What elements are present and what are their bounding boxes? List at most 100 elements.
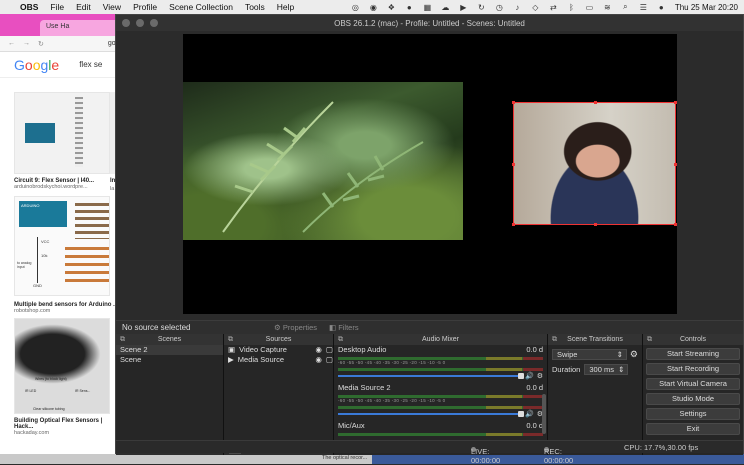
dock-float-icon[interactable]: ⧉ — [338, 334, 343, 345]
scene-item[interactable]: Scene — [116, 355, 223, 365]
arrow-icon[interactable]: ⇄ — [549, 3, 558, 12]
transition-select[interactable]: Swipe ⇕ — [552, 349, 627, 360]
menu-edit[interactable]: Edit — [76, 2, 91, 12]
dock-float-icon[interactable]: ⧉ — [647, 334, 652, 345]
minimize-window-button[interactable] — [136, 19, 144, 27]
battery-icon[interactable]: ▭ — [585, 3, 594, 12]
slider-handle[interactable] — [518, 410, 524, 417]
google-query[interactable]: flex se — [79, 60, 102, 69]
live-time: LIVE: 00:00:00 — [471, 447, 501, 465]
channel-db: 0.0 d — [526, 345, 543, 354]
mixer-scrollbar[interactable] — [542, 394, 546, 434]
circle-icon[interactable]: ◉ — [369, 3, 378, 12]
result-source: robotshop.com — [14, 308, 51, 314]
start-virtual-camera-button[interactable]: Start Virtual Camera — [646, 378, 740, 390]
play-icon[interactable]: ▶ — [459, 3, 468, 12]
filter-icon: ◧ — [329, 323, 337, 332]
close-window-button[interactable] — [122, 19, 130, 27]
filters-button[interactable]: ◧ Filters — [329, 323, 359, 332]
refresh-icon[interactable]: ↻ — [477, 3, 486, 12]
resize-handle[interactable] — [594, 223, 597, 226]
dock-float-icon[interactable]: ⧉ — [552, 334, 557, 345]
eye-icon[interactable]: ◉ — [315, 355, 322, 365]
resize-handle[interactable] — [512, 163, 515, 166]
window-titlebar[interactable]: OBS 26.1.2 (mac) - Profile: Untitled - S… — [116, 15, 743, 31]
start-streaming-button[interactable]: Start Streaming — [646, 348, 740, 360]
search-result[interactable]: Multiple bend sensors for Arduino ... ro… — [14, 302, 119, 314]
source-item[interactable]: ▣ Video Capture ◉ ▢ — [224, 345, 333, 355]
search-result[interactable]: Circuit 9: Flex Sensor | I40... arduinob… — [14, 178, 119, 190]
media-source-video[interactable] — [183, 82, 463, 240]
reload-icon[interactable]: ↻ — [38, 40, 44, 48]
grid-icon[interactable]: ▦ — [423, 3, 432, 12]
resize-handle[interactable] — [674, 223, 677, 226]
slider-handle[interactable] — [518, 372, 524, 379]
search-result[interactable]: Building Optical Flex Sensors | Hack... … — [14, 418, 119, 436]
lock-icon[interactable]: ▢ — [326, 355, 333, 365]
resize-handle[interactable] — [512, 101, 515, 104]
menu-app-name[interactable]: OBS — [20, 2, 38, 12]
exit-button[interactable]: Exit — [646, 423, 740, 435]
app-icon[interactable]: ● — [405, 3, 414, 12]
obs-window: OBS 26.1.2 (mac) - Profile: Untitled - S… — [115, 14, 744, 465]
volume-meter — [338, 406, 543, 409]
cloud-icon[interactable]: ☁ — [441, 3, 450, 12]
properties-button[interactable]: ⚙ Properties — [274, 323, 317, 332]
speaker-icon[interactable]: 🔊 — [525, 372, 534, 380]
resize-handle[interactable] — [674, 101, 677, 104]
forward-arrow-icon[interactable]: → — [23, 40, 30, 47]
dock-float-icon[interactable]: ⧉ — [120, 334, 125, 345]
speaker-icon[interactable]: 🔊 — [525, 410, 534, 418]
duration-input[interactable]: 300 ms ⇕ — [584, 364, 629, 375]
menu-tools[interactable]: Tools — [245, 2, 265, 12]
volume-slider[interactable] — [338, 410, 524, 417]
studio-mode-button[interactable]: Studio Mode — [646, 393, 740, 405]
sources-list: ▣ Video Capture ◉ ▢ ▶ Media Source ◉ ▢ — [224, 345, 333, 365]
filters-label: Filters — [338, 323, 359, 332]
mixer-channel: Mic/Aux 0.0 d — [334, 421, 547, 439]
menu-help[interactable]: Help — [277, 2, 294, 12]
code-icon[interactable]: ◇ — [531, 3, 540, 12]
scene-item[interactable]: Scene 2 — [116, 345, 223, 355]
settings-button[interactable]: Settings — [646, 408, 740, 420]
user-icon[interactable]: ● — [657, 3, 666, 12]
back-arrow-icon[interactable]: ← — [8, 40, 15, 47]
menu-profile[interactable]: Profile — [133, 2, 157, 12]
dock-float-icon[interactable]: ⧉ — [228, 334, 233, 345]
gear-icon[interactable]: ⚙ — [537, 372, 543, 380]
bluetooth-icon[interactable]: ᛒ — [567, 3, 576, 12]
preview-canvas[interactable] — [183, 34, 677, 314]
result-thumbnail[interactable]: Wires (to block light) IR LED IR Sens...… — [14, 318, 110, 414]
browser-address-bar: ← → ↻ goo — [0, 36, 130, 52]
dropbox-icon[interactable]: ❖ — [387, 3, 396, 12]
start-recording-button[interactable]: Start Recording — [646, 363, 740, 375]
clock-icon[interactable]: ◷ — [495, 3, 504, 12]
menu-view[interactable]: View — [103, 2, 121, 12]
zoom-window-button[interactable] — [150, 19, 158, 27]
lock-icon[interactable]: ▢ — [326, 345, 333, 355]
menu-file[interactable]: File — [50, 2, 64, 12]
gear-icon[interactable]: ⚙ — [630, 349, 638, 360]
menu-scene-collection[interactable]: Scene Collection — [169, 2, 233, 12]
volume-icon[interactable]: ♪ — [513, 3, 522, 12]
obs-icon[interactable]: ◎ — [351, 3, 360, 12]
channel-name: Mic/Aux — [338, 421, 365, 430]
result-title[interactable]: Building Optical Flex Sensors | Hack... — [14, 418, 119, 430]
stepper-icon[interactable]: ⇕ — [618, 365, 624, 374]
browser-tab[interactable]: Use Ha — [40, 20, 120, 36]
control-center-icon[interactable]: ☰ — [639, 3, 648, 12]
resize-handle[interactable] — [594, 101, 597, 104]
menubar-clock[interactable]: Thu 25 Mar 20:20 — [675, 3, 738, 12]
search-icon[interactable]: ⌕ — [621, 2, 630, 12]
wifi-icon[interactable]: ≋ — [603, 3, 612, 12]
volume-slider[interactable] — [338, 372, 524, 379]
eye-icon[interactable]: ◉ — [315, 345, 322, 355]
resize-handle[interactable] — [512, 223, 515, 226]
video-capture-source[interactable] — [512, 101, 677, 226]
source-item[interactable]: ▶ Media Source ◉ ▢ — [224, 355, 333, 365]
result-thumbnail[interactable]: ARDUINO VCC 10k to analog input GND — [14, 196, 110, 296]
resize-handle[interactable] — [674, 163, 677, 166]
cpu-status: CPU: 17.7%,30.00 fps — [624, 442, 699, 452]
result-thumbnail[interactable] — [14, 92, 110, 174]
google-logo[interactable]: Google — [14, 57, 59, 73]
